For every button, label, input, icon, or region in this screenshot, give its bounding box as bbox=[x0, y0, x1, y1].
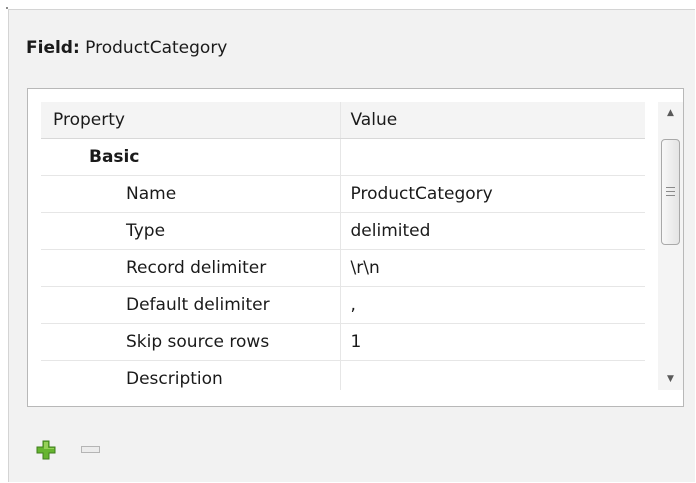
property-table-container: Property Value Basic Name ProductCategor… bbox=[27, 88, 684, 407]
group-value-empty bbox=[340, 138, 645, 176]
property-value[interactable]: \r\n bbox=[340, 249, 645, 287]
grip-line bbox=[666, 195, 675, 196]
group-label-basic: Basic bbox=[41, 138, 341, 176]
field-label: Field: bbox=[26, 38, 80, 58]
property-description: Description bbox=[41, 360, 341, 390]
table-row-group-basic[interactable]: Basic bbox=[41, 138, 645, 176]
table-header-row: Property Value bbox=[41, 102, 645, 139]
field-header: Field: ProductCategory bbox=[26, 38, 227, 58]
table-row[interactable]: Record delimiter \r\n bbox=[41, 249, 645, 287]
scrollbar-thumb[interactable] bbox=[661, 139, 680, 245]
property-name: Name bbox=[41, 175, 341, 213]
table-row[interactable]: Name ProductCategory bbox=[41, 175, 645, 213]
property-value[interactable]: ProductCategory bbox=[340, 175, 645, 213]
plus-icon bbox=[36, 440, 56, 460]
property-default-delimiter: Default delimiter bbox=[41, 286, 341, 324]
property-value[interactable]: delimited bbox=[340, 212, 645, 250]
property-value[interactable] bbox=[340, 360, 645, 390]
property-skip-source-rows: Skip source rows bbox=[41, 323, 341, 361]
table-row[interactable]: Description bbox=[41, 360, 645, 390]
property-type: Type bbox=[41, 212, 341, 250]
property-value[interactable]: 1 bbox=[340, 323, 645, 361]
remove-property-button[interactable] bbox=[80, 444, 100, 454]
table-row[interactable]: Skip source rows 1 bbox=[41, 323, 645, 361]
panel-corner-mark bbox=[6, 7, 8, 9]
table-row[interactable]: Type delimited bbox=[41, 212, 645, 250]
property-table: Property Value Basic Name ProductCategor… bbox=[41, 102, 657, 390]
grip-line bbox=[666, 187, 675, 188]
scroll-up-arrow-icon[interactable]: ▲ bbox=[658, 102, 683, 124]
minus-icon bbox=[81, 446, 100, 453]
vertical-scrollbar[interactable]: ▲ ▼ bbox=[658, 102, 683, 390]
column-header-property[interactable]: Property bbox=[41, 102, 341, 139]
grip-line bbox=[666, 191, 675, 192]
property-value[interactable]: , bbox=[340, 286, 645, 324]
table-row[interactable]: Default delimiter , bbox=[41, 286, 645, 324]
column-header-value[interactable]: Value bbox=[340, 102, 645, 139]
add-property-button[interactable] bbox=[36, 440, 56, 460]
field-name: ProductCategory bbox=[85, 38, 228, 58]
property-record-delimiter: Record delimiter bbox=[41, 249, 341, 287]
scroll-down-arrow-icon[interactable]: ▼ bbox=[658, 368, 683, 390]
